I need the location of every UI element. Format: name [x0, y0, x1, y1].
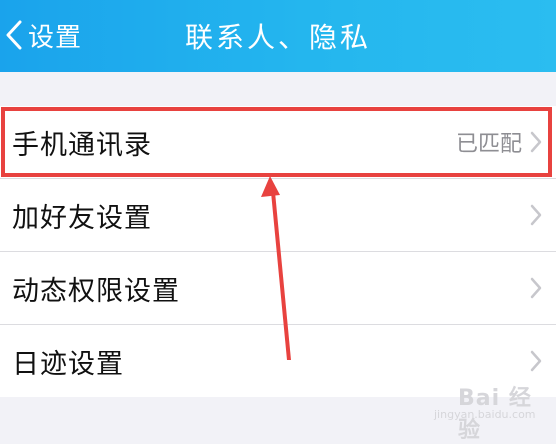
- chevron-right-icon: [530, 350, 542, 372]
- settings-list: 手机通讯录 已匹配 加好友设置 动态权限设置 日迹设置: [0, 106, 556, 397]
- setting-row-contacts[interactable]: 手机通讯录 已匹配: [0, 106, 556, 179]
- setting-label: 日迹设置: [12, 348, 124, 380]
- setting-row-daily-trace[interactable]: 日迹设置: [0, 325, 556, 397]
- setting-row-add-friend[interactable]: 加好友设置: [0, 179, 556, 252]
- setting-value: 已匹配: [455, 132, 522, 157]
- chevron-right-icon: [530, 277, 542, 299]
- chevron-right-icon: [530, 131, 542, 153]
- watermark-url: jingyan.baidu.com: [434, 408, 536, 421]
- setting-row-feed-permission[interactable]: 动态权限设置: [0, 252, 556, 325]
- nav-bar: 设置 联系人、隐私: [0, 0, 556, 72]
- chevron-right-icon: [530, 204, 542, 226]
- setting-label: 手机通讯录: [12, 129, 152, 161]
- page-title: 联系人、隐私: [184, 21, 371, 54]
- setting-label: 加好友设置: [12, 202, 152, 234]
- setting-label: 动态权限设置: [12, 275, 180, 307]
